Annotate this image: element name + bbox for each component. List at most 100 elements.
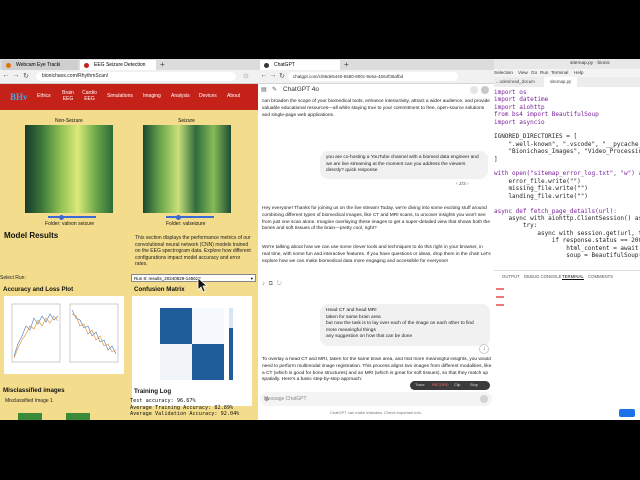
- favicon-icon: [264, 62, 269, 68]
- nonseizure-slider[interactable]: [48, 214, 96, 220]
- editor-window-title: sitemap.py · bionic: [570, 61, 610, 66]
- back-arrow-icon[interactable]: ←: [260, 72, 268, 79]
- misclassified-thumbnail[interactable]: [66, 413, 90, 420]
- panel-tab-debug-console[interactable]: DEBUG CONSOLE: [524, 274, 562, 279]
- menu-run[interactable]: Run: [540, 69, 548, 77]
- misclassified-thumbnail[interactable]: [18, 413, 42, 420]
- nav-cardio-eeg[interactable]: Cardio EEG: [82, 90, 97, 102]
- accuracy-loss-plot: [4, 296, 124, 374]
- url-field[interactable]: chatgpt.com/c/66de5440-5580-800c-9e5a-45…: [288, 72, 458, 81]
- menu-selection[interactable]: Selection: [494, 69, 513, 77]
- slider-knob[interactable]: [59, 214, 64, 220]
- code-line: async with aiohttp.ClientSession() as se: [494, 214, 640, 222]
- message-actions[interactable]: ♪ ⧉ ↻: [262, 281, 283, 288]
- panel-tab-terminal[interactable]: TERMINAL: [562, 274, 584, 280]
- recorder-record-label[interactable]: RECORD: [432, 381, 448, 390]
- recorder-stop-label[interactable]: Stop: [470, 381, 478, 390]
- sidebar-toggle-icon[interactable]: ▤: [261, 86, 267, 93]
- code-editor-window: sitemap.py · bionic Selection View Go Ru…: [494, 59, 640, 420]
- reload-icon[interactable]: ↻: [22, 72, 30, 80]
- select-run-label: Select Run:: [0, 275, 26, 281]
- menu-help[interactable]: Help: [574, 69, 583, 77]
- back-arrow-icon[interactable]: ←: [2, 72, 10, 79]
- bionichaos-logo-icon[interactable]: BHv: [10, 90, 32, 102]
- reload-icon[interactable]: ↻: [278, 72, 286, 80]
- user-message-line: Head CT and head MRI: [326, 308, 377, 313]
- seizure-title: Seizure: [178, 118, 195, 124]
- nav-brain-eeg[interactable]: Brain EEG: [61, 90, 75, 102]
- recorder-trace-label[interactable]: Trace: [415, 381, 425, 390]
- nav-ethics[interactable]: Ethics: [37, 93, 51, 99]
- confusion-matrix-heading: Confusion Matrix: [134, 286, 185, 293]
- code-area[interactable]: import os import datetime import aiohttp fr…: [494, 89, 640, 264]
- editor-tab-active[interactable]: sitemap.py: [544, 77, 578, 87]
- menu-terminal[interactable]: Terminal: [551, 69, 568, 77]
- avatar[interactable]: [481, 86, 489, 94]
- panel-tab-comments[interactable]: COMMENTS: [588, 274, 613, 279]
- seizure-slider[interactable]: [166, 214, 214, 220]
- panel-tab-output[interactable]: OUTPUT: [502, 274, 520, 279]
- site-navigation: BHv Ethics Brain EEG Cardio EEG Simulati…: [0, 84, 258, 110]
- editor-tab[interactable]: ...odes/read_docum: [496, 77, 535, 87]
- code-line: import os: [494, 89, 527, 96]
- chatgpt-browser-window: ChatGPT + ← → ↻ chatgpt.com/c/66de5440-5…: [258, 59, 494, 420]
- user-message-line: but now the task is to lay over each of …: [326, 321, 474, 333]
- menu-view[interactable]: View: [518, 69, 528, 77]
- message-pager[interactable]: ‹ 2/3 ›: [456, 182, 469, 187]
- code-line: if response.status == 200:: [494, 237, 640, 245]
- recorder-clip-label[interactable]: Clip: [454, 381, 461, 390]
- composer-placeholder-text[interactable]: Message ChatGPT: [264, 396, 307, 402]
- send-button[interactable]: [480, 395, 488, 403]
- new-tab-plus-icon[interactable]: +: [344, 60, 349, 69]
- seizure-spectrogram: [143, 125, 231, 213]
- model-selector[interactable]: ChatGPT 4o: [283, 86, 319, 93]
- assistant-message: Hey everyone! Thanks for joining us on t…: [262, 206, 490, 232]
- accuracy-loss-chart: [11, 303, 119, 363]
- tab-eeg-seizure-detection[interactable]: EEG Seizure Detection: [80, 60, 156, 70]
- regenerate-icon[interactable]: ↻: [277, 281, 283, 287]
- notification-badge[interactable]: [619, 409, 635, 417]
- share-icon[interactable]: [470, 86, 478, 94]
- new-tab-plus-icon[interactable]: +: [160, 60, 165, 69]
- address-bar: ← → ↻ chatgpt.com/c/66de5440-5580-800c-9…: [258, 70, 494, 84]
- select-run-dropdown[interactable]: Run 8: results_20240829-145622 ▾: [131, 274, 256, 282]
- training-log-line: Average Validation Accuracy: 92.04%: [130, 411, 240, 417]
- new-chat-icon[interactable]: ✎: [272, 86, 277, 93]
- seizure-folder-label: Folder: valseizure: [166, 221, 206, 227]
- chevron-right-icon[interactable]: ›: [466, 182, 469, 187]
- menu-go[interactable]: Go: [531, 69, 537, 77]
- code-line: landing_file.write(""): [494, 192, 588, 200]
- recorder-overlay[interactable]: Trace RECORD Clip Stop: [410, 381, 490, 390]
- code-line: with open("sitemap_error_log.txt", "w") …: [494, 170, 640, 178]
- assistant-message: We're talking about how we can use some …: [262, 245, 491, 264]
- nav-devices[interactable]: Devices: [199, 93, 217, 99]
- training-log-heading: Training Log: [134, 388, 172, 395]
- code-line: async with session.get(url, time: [494, 229, 640, 237]
- nav-about[interactable]: About: [227, 93, 240, 99]
- slider-knob[interactable]: [176, 214, 181, 220]
- speaker-icon[interactable]: ♪: [262, 281, 266, 287]
- copy-icon[interactable]: ⧉: [269, 281, 274, 287]
- nonseizure-folder-label: Folder: valnon seizure: [45, 221, 95, 227]
- misclassified-item-label: Misclassified Image 1: [5, 398, 53, 404]
- code-line: IGNORED_DIRECTORIES = [: [494, 133, 578, 141]
- code-line: ".well-known", ".vscode", "__pycache__",: [494, 140, 640, 148]
- nav-analysis[interactable]: Analysis: [171, 93, 190, 99]
- tab-webcam-eye-tracking[interactable]: Webcam Eye Tracki: [2, 60, 78, 70]
- message-composer[interactable]: ⊕ Message ChatGPT: [260, 392, 492, 406]
- forward-arrow-icon[interactable]: →: [12, 72, 20, 79]
- code-line: missing_file.write(""): [494, 185, 588, 193]
- nav-imaging[interactable]: Imaging: [143, 93, 161, 99]
- tab-chatgpt[interactable]: ChatGPT: [260, 60, 340, 70]
- nonseizure-title: Non-Seizure: [55, 118, 83, 124]
- nav-simulations[interactable]: Simulations: [107, 93, 133, 99]
- url-field[interactable]: bionichaos.com/RhythmScan/: [36, 72, 236, 81]
- forward-arrow-icon[interactable]: →: [269, 72, 277, 79]
- star-icon[interactable]: ☆: [242, 72, 250, 80]
- tab-label: Webcam Eye Tracki: [16, 62, 61, 68]
- code-line: import asyncio: [494, 118, 545, 126]
- scroll-down-arrow-icon[interactable]: ↓: [479, 344, 489, 354]
- user-message-line: any suggestion on how that can be done: [326, 334, 413, 340]
